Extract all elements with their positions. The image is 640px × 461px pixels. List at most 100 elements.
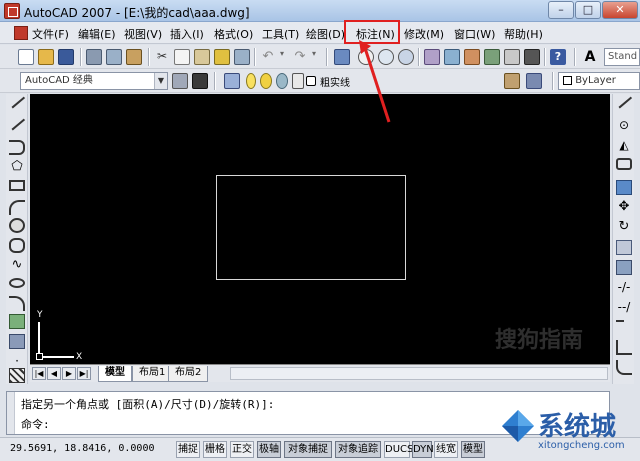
tool-palettes-icon[interactable] (464, 49, 480, 65)
next-tab-icon[interactable]: ▶ (62, 367, 76, 380)
command-grip[interactable] (7, 392, 15, 434)
command-prompt[interactable]: 命令: (21, 416, 50, 432)
tab-layout1[interactable]: 布局1 (132, 366, 173, 382)
menu-draw[interactable]: 绘图(D) (306, 26, 345, 42)
menu-modify[interactable]: 修改(M) (404, 26, 444, 42)
sun-icon[interactable] (260, 73, 272, 89)
osnap-button[interactable]: 对象捕捉 (284, 441, 332, 458)
rectangle-icon[interactable] (9, 180, 25, 191)
light-bulb-icon[interactable] (246, 73, 256, 89)
text-style-combo[interactable]: Stand (604, 48, 640, 66)
coordinate-readout[interactable]: 29.5691, 18.8416, 0.0000 (10, 443, 155, 454)
undo-icon[interactable]: ↶ (260, 49, 276, 65)
mirror-icon[interactable]: ◭ (616, 138, 632, 153)
move-icon[interactable]: ✥ (616, 200, 632, 215)
horizontal-scrollbar[interactable] (230, 367, 608, 380)
drawing-area[interactable]: Y X 搜狗指南 (30, 94, 610, 364)
redo-icon[interactable]: ↷ (292, 49, 308, 65)
spline-icon[interactable]: ∿ (9, 258, 25, 273)
document-icon[interactable] (14, 26, 28, 40)
new-file-icon[interactable] (18, 49, 34, 65)
construction-line-icon[interactable] (8, 115, 26, 131)
layer-name[interactable]: 粗实线 (320, 74, 350, 89)
ortho-button[interactable]: 正交 (230, 441, 254, 458)
match-properties-icon[interactable] (214, 49, 230, 65)
menu-file[interactable]: 文件(F) (32, 26, 69, 42)
maximize-button[interactable]: □ (575, 1, 601, 19)
block-editor-icon[interactable] (234, 49, 250, 65)
workspace-save-icon[interactable] (192, 73, 208, 89)
dyn-button[interactable]: DYN (412, 441, 434, 458)
menu-format[interactable]: 格式(O) (214, 26, 253, 42)
grid-button[interactable]: 栅格 (203, 441, 227, 458)
drawn-rectangle[interactable] (216, 175, 406, 280)
zoom-previous-icon[interactable] (398, 49, 414, 65)
menu-view[interactable]: 视图(V) (124, 26, 162, 42)
copy-object-icon[interactable]: ⊙ (616, 118, 632, 133)
ellipse-icon[interactable] (9, 278, 25, 288)
model-button[interactable]: 模型 (461, 441, 485, 458)
save-icon[interactable] (58, 49, 74, 65)
point-icon[interactable]: · (9, 354, 25, 369)
polygon-icon[interactable]: ⬠ (9, 160, 25, 175)
prev-tab-icon[interactable]: ◀ (47, 367, 61, 380)
plot-icon[interactable] (292, 73, 304, 89)
chamfer-icon[interactable] (616, 340, 632, 355)
break-icon[interactable] (616, 320, 624, 335)
make-current-icon[interactable] (504, 73, 520, 89)
stretch-icon[interactable] (616, 260, 632, 275)
autocad-app-icon[interactable] (4, 3, 20, 19)
lineweight-button[interactable]: 线宽 (434, 441, 458, 458)
line-icon[interactable] (8, 93, 26, 109)
color-combo[interactable]: ByLayer (558, 72, 640, 90)
paste-icon[interactable] (194, 49, 210, 65)
polar-button[interactable]: 极轴 (257, 441, 281, 458)
snap-button[interactable]: 捕捉 (176, 441, 200, 458)
plot-preview-icon[interactable] (106, 49, 122, 65)
markup-icon[interactable] (504, 49, 520, 65)
help-icon[interactable]: ? (550, 49, 566, 65)
lock-icon[interactable] (276, 73, 288, 89)
polyline-icon[interactable] (9, 140, 25, 155)
arc-icon[interactable] (9, 200, 25, 215)
minimize-button[interactable]: – (548, 1, 574, 19)
menu-insert[interactable]: 插入(I) (170, 26, 204, 42)
workspace-settings-icon[interactable] (172, 73, 188, 89)
last-tab-icon[interactable]: ▶| (77, 367, 91, 380)
ducs-button[interactable]: DUCS (384, 441, 413, 458)
tab-layout2[interactable]: 布局2 (168, 366, 209, 382)
rotate-icon[interactable]: ↻ (616, 220, 632, 235)
pan-icon[interactable] (334, 49, 350, 65)
offset-icon[interactable] (616, 158, 632, 170)
otrack-button[interactable]: 对象追踪 (335, 441, 381, 458)
extend-icon[interactable]: --/ (616, 300, 632, 315)
circle-icon[interactable] (9, 218, 25, 233)
menu-help[interactable]: 帮助(H) (504, 26, 543, 42)
menu-edit[interactable]: 编辑(E) (78, 26, 116, 42)
sheet-set-icon[interactable] (484, 49, 500, 65)
cut-icon[interactable]: ✂ (154, 49, 170, 65)
text-style-icon[interactable]: A (582, 49, 598, 65)
tab-model[interactable]: 模型 (98, 366, 132, 382)
hatch-icon[interactable] (9, 368, 25, 383)
publish-icon[interactable] (126, 49, 142, 65)
first-tab-icon[interactable]: |◀ (32, 367, 46, 380)
scale-icon[interactable] (616, 240, 632, 255)
insert-block-icon[interactable] (9, 314, 25, 329)
calculator-icon[interactable] (524, 49, 540, 65)
workspace-combo[interactable]: AutoCAD 经典 ▼ (20, 72, 168, 90)
array-icon[interactable] (616, 180, 632, 195)
trim-icon[interactable]: -/- (616, 280, 632, 295)
ellipse-arc-icon[interactable] (9, 296, 25, 311)
properties-icon[interactable] (424, 49, 440, 65)
layer-previous-icon[interactable] (526, 73, 542, 89)
print-icon[interactable] (86, 49, 102, 65)
fillet-icon[interactable] (616, 360, 632, 375)
copy-icon[interactable] (174, 49, 190, 65)
erase-icon[interactable] (615, 93, 633, 109)
revision-cloud-icon[interactable] (9, 238, 25, 253)
menu-window[interactable]: 窗口(W) (454, 26, 495, 42)
menu-tools[interactable]: 工具(T) (262, 26, 299, 42)
close-button[interactable]: ✕ (602, 1, 638, 19)
open-folder-icon[interactable] (38, 49, 54, 65)
